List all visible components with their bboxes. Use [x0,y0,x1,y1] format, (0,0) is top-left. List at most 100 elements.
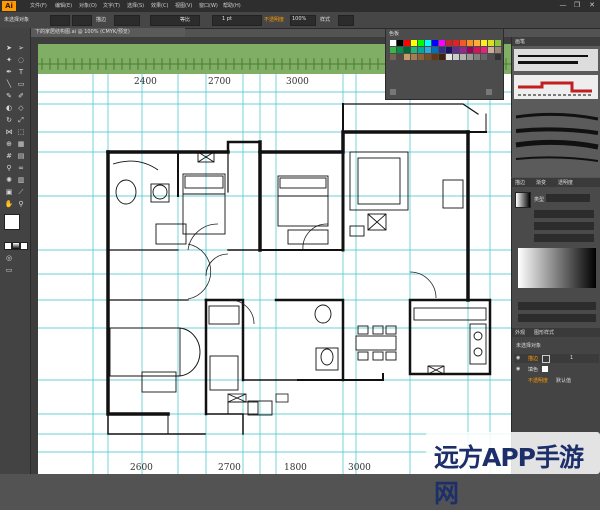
none-mode-icon[interactable] [20,242,28,250]
color-swatch[interactable] [474,47,480,53]
color-swatch[interactable] [446,54,452,60]
style-dropdown[interactable] [338,15,354,26]
mesh-tool-icon[interactable]: # [4,152,14,160]
selection-tool-icon[interactable]: ➤ [4,44,14,52]
color-swatch[interactable] [425,54,431,60]
color-swatch[interactable] [488,47,494,53]
zoom-tool-icon[interactable]: ⚲ [16,200,26,208]
hand-tool-icon[interactable]: ✋ [4,200,14,208]
document-tab[interactable]: 下的家居结构图.ai @ 100% (CMYK/预览) [31,28,185,37]
brush-definition-field[interactable] [212,15,262,26]
free-transform-icon[interactable]: ⬚ [16,128,26,136]
appearance-row-opacity[interactable]: 不透明度 默认值 [514,376,599,385]
variable-width-field[interactable] [150,15,200,26]
rotate-icon[interactable]: ↻ [4,116,14,124]
fill-color-box[interactable] [4,214,20,230]
color-swatch[interactable] [411,40,417,46]
brushes-title[interactable]: 画笔 [515,38,525,45]
eye-icon[interactable]: ◉ [516,366,520,372]
color-swatch[interactable] [453,40,459,46]
gradient-location-field[interactable] [534,234,594,242]
appearance-row-stroke[interactable]: ◉ 描边 1 [514,354,599,363]
color-swatch[interactable] [404,54,410,60]
gradient-ramp[interactable] [518,248,596,288]
opacity-label[interactable]: 不透明度 [264,16,284,23]
color-swatch[interactable] [397,40,403,46]
color-swatch[interactable] [397,47,403,53]
stroke-weight-field[interactable] [114,15,140,26]
gradient-opacity-field[interactable] [518,302,596,310]
perspective-grid-icon[interactable]: ▦ [16,140,26,148]
stroke-row-swatch[interactable] [542,355,550,363]
color-swatch[interactable] [467,40,473,46]
close-button[interactable]: ✕ [586,1,598,10]
color-swatch[interactable] [481,47,487,53]
fill-row-swatch[interactable] [542,366,548,372]
color-swatch[interactable] [425,40,431,46]
blob-brush-icon[interactable]: ◐ [4,104,14,112]
color-swatch[interactable] [432,47,438,53]
opacity-row-label[interactable]: 不透明度 [528,377,548,384]
color-swatch[interactable] [467,54,473,60]
tab-stroke[interactable]: 描边 [515,179,525,186]
color-swatch[interactable] [446,47,452,53]
rectangle-tool-icon[interactable]: ▭ [16,80,26,88]
line-tool-icon[interactable]: ╲ [4,80,14,88]
color-swatch[interactable] [432,54,438,60]
color-swatch[interactable] [495,40,501,46]
color-swatch[interactable] [446,40,452,46]
eyedropper-icon[interactable]: ⚲ [4,164,14,172]
color-swatch[interactable] [397,54,403,60]
pen-tool-icon[interactable]: ✒ [4,68,14,76]
lasso-icon[interactable]: ◌ [16,56,26,64]
menu-effect[interactable]: 效果(C) [151,2,168,9]
color-swatch[interactable] [432,40,438,46]
width-tool-icon[interactable]: ⋈ [4,128,14,136]
color-swatch[interactable] [495,47,501,53]
paintbrush-icon[interactable]: ✎ [4,92,14,100]
direct-selection-icon[interactable]: ➢ [16,44,26,52]
menu-edit[interactable]: 编辑(E) [55,2,72,9]
tab-appearance[interactable]: 外观 [515,329,525,336]
color-swatch[interactable] [481,54,487,60]
tab-graphic-styles[interactable]: 图形样式 [534,329,554,336]
color-swatch[interactable] [439,40,445,46]
delete-swatch-icon[interactable] [486,89,492,95]
color-swatch[interactable] [460,54,466,60]
fill-swatch[interactable] [50,15,70,26]
color-swatch[interactable] [411,54,417,60]
color-swatch[interactable] [418,54,424,60]
color-swatch[interactable] [467,47,473,53]
menu-help[interactable]: 帮助(H) [223,2,241,9]
gradient-mode-icon[interactable] [12,242,20,250]
gradient-ratio-field[interactable] [534,222,594,230]
menu-object[interactable]: 对象(O) [79,2,97,9]
menu-window[interactable]: 窗口(W) [199,2,218,9]
color-swatch[interactable] [439,47,445,53]
draw-normal-icon[interactable]: ◎ [4,254,14,262]
minimize-button[interactable]: — [557,1,569,10]
color-swatch[interactable] [488,40,494,46]
color-swatch[interactable] [418,47,424,53]
stroke-swatch[interactable] [72,15,92,26]
gradient-angle-field[interactable] [534,210,594,218]
color-swatch[interactable] [425,47,431,53]
gradient-type-dropdown[interactable] [546,194,590,202]
slice-tool-icon[interactable]: ⟋ [16,188,26,196]
gradient-preview[interactable] [515,192,531,208]
color-swatch[interactable] [453,47,459,53]
color-swatch[interactable] [453,54,459,60]
color-swatch[interactable] [439,54,445,60]
maximize-button[interactable]: ❐ [571,1,583,10]
tab-transparency[interactable]: 透明度 [558,179,573,186]
artboard-canvas[interactable]: 2400 2700 3000 2600 2700 1800 3000 [38,74,511,474]
color-swatch[interactable] [495,54,501,60]
tab-gradient[interactable]: 渐变 [536,179,546,186]
color-swatch[interactable] [390,40,396,46]
pencil-icon[interactable]: ✐ [16,92,26,100]
color-swatch[interactable] [474,40,480,46]
swatch-library-icon[interactable] [390,89,396,95]
color-swatch[interactable] [488,54,494,60]
menu-view[interactable]: 视图(V) [175,2,192,9]
magic-wand-icon[interactable]: ✦ [4,56,14,64]
